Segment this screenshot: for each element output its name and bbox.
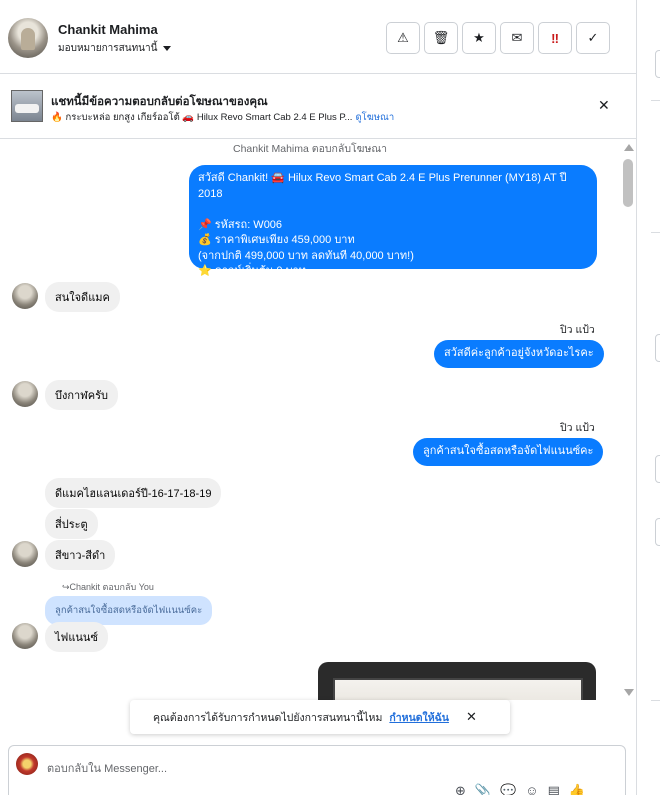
messenger-inbox-window: Chankit Mahima มอบหมายการสนทนานี้ ⚠ 🗑 ★ … (0, 0, 660, 795)
scroll-up-icon[interactable] (624, 144, 634, 151)
composer-tools: ⊕ 📎 💬 ☺ ▤ 👍 (455, 783, 585, 795)
sender-name: ปิว แป้ว (560, 324, 595, 336)
side-panel (636, 0, 660, 795)
caret-down-icon (163, 46, 172, 51)
ad-message-line: 💰 ราคาพิเศษเพียง 459,000 บาท (198, 234, 355, 246)
avatar[interactable] (12, 283, 38, 309)
thread-scrollbar[interactable] (620, 140, 636, 700)
ad-message-bubble[interactable]: สวัสดี Chankit! 🚘 Hilux Revo Smart Cab 2… (189, 165, 597, 277)
ad-reply-banner: แชทนี้มีข้อความตอบกลับต่อโฆษณาของคุณ 🔥 ก… (0, 75, 636, 139)
close-icon[interactable]: ✕ (466, 709, 477, 725)
image-preview (333, 678, 583, 700)
check-icon: ✓ (587, 30, 599, 45)
avatar[interactable] (12, 381, 38, 407)
star-button[interactable]: ★ (462, 22, 496, 54)
scroll-down-icon[interactable] (624, 689, 634, 696)
reply-note: ↪Chankit ตอบกลับ You (62, 582, 154, 592)
page-avatar (16, 753, 38, 775)
exclamation-icon: ‼ (551, 30, 559, 46)
ad-thumbnail[interactable] (11, 90, 43, 122)
warning-icon: ⚠ (397, 30, 409, 45)
gallery-icon[interactable]: ▤ (548, 783, 560, 795)
assign-prompt: คุณต้องการได้รับการกำหนดไปยังการสนทนานี้… (130, 700, 510, 734)
incoming-message[interactable]: ไฟแนนซ์ (45, 622, 108, 652)
quoted-message[interactable]: ลูกค้าสนใจซื้อสดหรือจัดไฟแนนซ์คะ (45, 596, 213, 625)
ad-message-line: ⭐ ดาวน์เริ่มต้น 0 บาท (198, 265, 306, 277)
incoming-message[interactable]: บึงกาฬครับ (45, 380, 118, 410)
reply-composer: ตอบกลับใน Messenger... ⊕ 📎 💬 ☺ ▤ 👍 (8, 745, 626, 795)
assign-conversation-dropdown[interactable]: มอบหมายการสนทนานี้ (58, 41, 172, 56)
view-ad-link[interactable]: ดูโฆษณา (355, 110, 394, 125)
saved-reply-icon[interactable]: 💬 (500, 783, 516, 795)
divider (651, 100, 660, 101)
attachment-icon[interactable]: 📎 (475, 783, 491, 795)
ad-description: 🔥 กระบะหล่อ ยกสูง เกียร์ออโต้ 🚗 Hilux Re… (51, 112, 353, 123)
incoming-message[interactable]: ดีแมคไฮแลนเดอร์ปี-16-17-18-19 (45, 478, 222, 508)
star-icon: ★ (473, 30, 485, 45)
side-field[interactable] (655, 455, 660, 483)
like-icon[interactable]: 👍 (569, 783, 585, 795)
trash-icon: 🗑 (432, 30, 450, 45)
scrollbar-thumb[interactable] (623, 159, 633, 207)
assign-label: มอบหมายการสนทนานี้ (58, 43, 158, 54)
ad-banner-title: แชทนี้มีข้อความตอบกลับต่อโฆษณาของคุณ (51, 96, 268, 108)
avatar[interactable] (12, 541, 38, 567)
side-field[interactable] (655, 334, 660, 362)
incoming-message[interactable]: สี่ประตู (45, 509, 98, 539)
incoming-message[interactable]: สนใจดีแมค (45, 282, 120, 312)
divider (651, 232, 660, 233)
image-attachment[interactable] (318, 662, 596, 700)
spam-button[interactable]: ⚠ (386, 22, 420, 54)
sender-name: ปิว แป้ว (560, 422, 595, 434)
outgoing-message[interactable]: ลูกค้าสนใจซื้อสดหรือจัดไฟแนนซ์คะ (413, 438, 604, 466)
assign-prompt-text: คุณต้องการได้รับการกำหนดไปยังการสนทนานี้… (153, 711, 383, 724)
assign-to-me-link[interactable]: กำหนดให้ฉัน (389, 709, 449, 726)
mark-unread-button[interactable]: ✉ (500, 22, 534, 54)
side-field[interactable] (655, 518, 660, 546)
message-thread[interactable]: Chankit Mahima ตอบกลับโฆษณา สวัสดี Chank… (0, 140, 620, 700)
ad-message-line (198, 202, 588, 218)
side-field[interactable] (655, 50, 660, 78)
important-button[interactable]: ‼ (538, 22, 572, 54)
incoming-message[interactable]: สีขาว-สีดำ (45, 540, 116, 570)
ad-message-line: 📌 รหัสรถ: W006 (198, 218, 283, 231)
conversation-header: Chankit Mahima มอบหมายการสนทนานี้ ⚠ 🗑 ★ … (0, 0, 636, 74)
contact-avatar[interactable] (8, 18, 48, 58)
contact-name[interactable]: Chankit Mahima (58, 22, 158, 37)
envelope-icon: ✉ (511, 30, 523, 45)
system-note: Chankit Mahima ตอบกลับโฆษณา (232, 143, 388, 155)
divider (651, 700, 660, 701)
close-icon[interactable]: ✕ (598, 97, 610, 114)
conversation-actions: ⚠ 🗑 ★ ✉ ‼ ✓ (386, 22, 610, 54)
emoji-icon[interactable]: ☺ (525, 783, 538, 795)
ad-message-line: สวัสดี Chankit! 🚘 Hilux Revo Smart Cab 2… (198, 172, 567, 200)
reply-input[interactable]: ตอบกลับใน Messenger... (47, 759, 167, 777)
ad-banner-subtitle: 🔥 กระบะหล่อ ยกสูง เกียร์ออโต้ 🚗 Hilux Re… (51, 110, 394, 125)
outgoing-message[interactable]: สวัสดีค่ะลูกค้าอยู่จังหวัดอะไรคะ (434, 340, 604, 368)
ad-message-line: (จากปกติ 499,000 บาท ลดทันที 40,000 บาท!… (198, 249, 414, 262)
add-icon[interactable]: ⊕ (455, 783, 466, 795)
avatar[interactable] (12, 623, 38, 649)
delete-button[interactable]: 🗑 (424, 22, 458, 54)
done-button[interactable]: ✓ (576, 22, 610, 54)
